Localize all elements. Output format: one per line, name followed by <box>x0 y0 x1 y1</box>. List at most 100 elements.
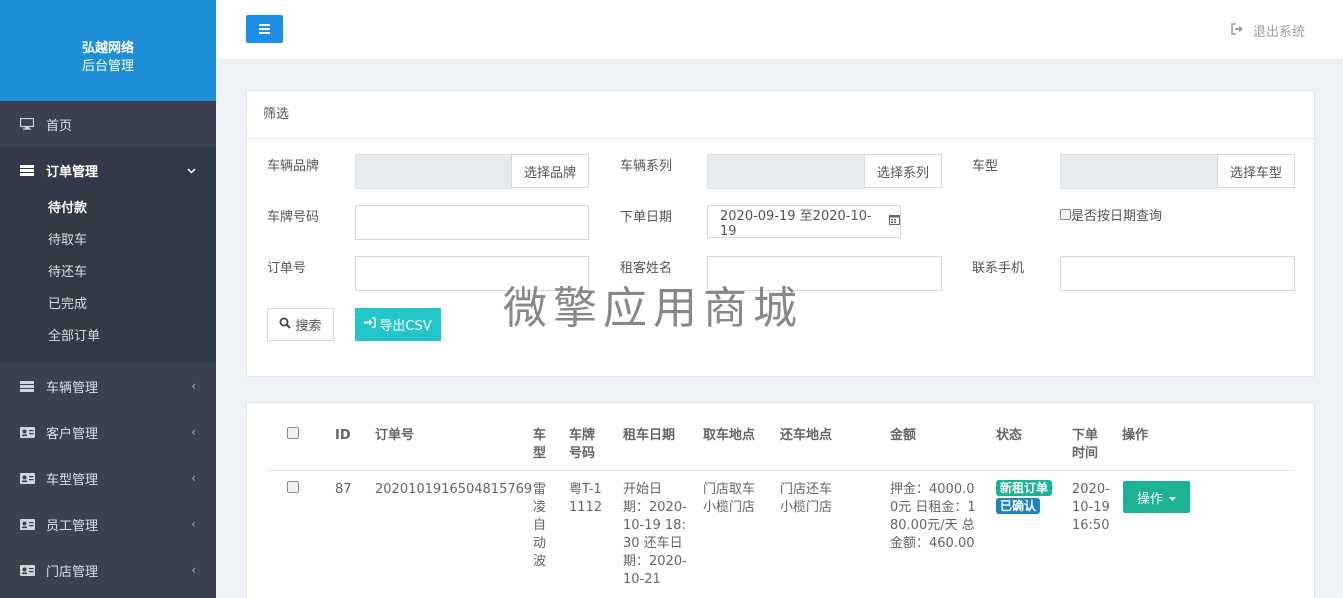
sidebar-item-label: 员工管理 <box>46 518 99 534</box>
sidebar-item-home[interactable]: 首页 <box>0 101 216 147</box>
id-card-icon <box>20 426 36 438</box>
status-badge-confirmed: 已确认 <box>996 498 1041 514</box>
id-card-icon <box>20 518 36 530</box>
sidebar-subitem-pending-return[interactable]: 待还车 <box>0 257 216 289</box>
sidebar-item-car-models[interactable]: 车型管理 ‹ <box>0 455 216 501</box>
brand-input[interactable] <box>355 154 512 189</box>
renter-input[interactable] <box>707 256 942 291</box>
by-date-label: 是否按日期查询 <box>1071 209 1163 224</box>
series-input[interactable] <box>707 154 865 189</box>
sidebar-item-label: 门店管理 <box>46 564 99 580</box>
sidebar-item-staff[interactable]: 员工管理 ‹ <box>0 501 216 547</box>
col-plate: 车牌号码 <box>569 428 596 461</box>
cell-order-time: 2020-10-19 16:50 <box>1072 482 1110 533</box>
select-all-checkbox[interactable] <box>287 427 299 439</box>
cell-rent-date: 开始日期：2020-10-19 18:30 还车日期：2020-10-21 <box>623 482 687 587</box>
list-icon <box>20 380 36 392</box>
menu-toggle-button[interactable] <box>246 15 283 43</box>
col-order-time: 下单时间 <box>1072 428 1099 461</box>
col-pickup: 取车地点 <box>703 428 756 443</box>
filter-panel: 筛选 车辆品牌 选择品牌 车辆系列 选择系列 车型 选择车型 车牌号码 下单日期… <box>246 90 1315 377</box>
choose-model-button[interactable]: 选择车型 <box>1217 154 1295 188</box>
sign-out-icon <box>1231 22 1245 39</box>
top-bar: 退出系统 <box>216 0 1343 60</box>
orders-table: ID 订单号 车型 车牌号码 租车日期 取车地点 还车地点 金额 状态 下单时间… <box>246 402 1315 598</box>
plate-label: 车牌号码 <box>267 210 320 225</box>
phone-label: 联系手机 <box>972 261 1025 276</box>
order-date-label: 下单日期 <box>620 210 673 225</box>
chevron-down-icon <box>187 163 196 177</box>
header-divider <box>267 470 1295 471</box>
choose-series-button[interactable]: 选择系列 <box>864 154 942 188</box>
chevron-left-icon: ‹ <box>191 471 196 485</box>
order-no-input[interactable] <box>355 256 589 291</box>
order-date-input[interactable]: 2020-09-19 至2020-10-19 <box>707 205 901 239</box>
id-card-icon <box>20 472 36 484</box>
search-button[interactable]: 搜索 <box>267 308 334 341</box>
sidebar-item-stores[interactable]: 门店管理 ‹ <box>0 547 216 593</box>
chevron-left-icon: ‹ <box>191 425 196 439</box>
plate-input[interactable] <box>355 205 589 240</box>
id-card-icon <box>20 564 36 576</box>
sidebar-item-vehicles[interactable]: 车辆管理 ‹ <box>0 363 216 409</box>
row-checkbox[interactable] <box>287 481 299 493</box>
monitor-icon <box>20 118 36 130</box>
search-label: 搜索 <box>295 319 322 334</box>
sidebar-subitem-all-orders[interactable]: 全部订单 <box>0 321 216 353</box>
col-return: 还车地点 <box>780 428 833 443</box>
cell-status: 新租订单 已确认 <box>996 480 1062 516</box>
col-order-no: 订单号 <box>375 428 415 443</box>
cell-return: 门店还车 小榄门店 <box>780 482 833 515</box>
calendar-icon <box>889 214 900 229</box>
list-icon <box>20 164 36 176</box>
filter-title: 筛选 <box>247 91 1314 139</box>
sidebar-item-label: 订单管理 <box>46 164 99 180</box>
sidebar-item-customers[interactable]: 客户管理 ‹ <box>0 409 216 455</box>
cell-id: 87 <box>335 482 352 497</box>
action-dropdown-button[interactable]: 操作 <box>1123 481 1190 513</box>
sign-in-icon <box>364 317 377 332</box>
brand-label: 车辆品牌 <box>267 159 320 174</box>
cell-pickup: 门店取车 小榄门店 <box>703 482 756 515</box>
chevron-left-icon: ‹ <box>191 563 196 577</box>
phone-input[interactable] <box>1060 256 1295 291</box>
logout-label: 退出系统 <box>1252 25 1305 40</box>
col-status: 状态 <box>996 428 1023 443</box>
sidebar-subitem-pending-payment[interactable]: 待付款 <box>0 193 216 225</box>
col-model: 车型 <box>533 428 547 461</box>
choose-brand-button[interactable]: 选择品牌 <box>511 154 589 188</box>
cell-model: 雷凌自动波 <box>533 482 547 569</box>
order-no-label: 订单号 <box>267 261 307 276</box>
export-label: 导出CSV <box>379 319 432 334</box>
sidebar-item-label: 客户管理 <box>46 426 99 442</box>
sidebar-item-orders[interactable]: 订单管理 <box>0 147 216 193</box>
col-action: 操作 <box>1122 428 1149 443</box>
logout-link[interactable]: 退出系统 <box>1231 21 1305 40</box>
col-rent-date: 租车日期 <box>623 428 676 443</box>
series-label: 车辆系列 <box>620 159 673 174</box>
col-amount: 金额 <box>890 428 917 443</box>
sidebar-item-label: 车型管理 <box>46 472 99 488</box>
renter-label: 租客姓名 <box>620 261 673 276</box>
caret-down-icon <box>1169 490 1176 505</box>
cell-plate: 粤T-11112 <box>569 482 603 515</box>
sidebar-subitem-pending-pickup[interactable]: 待取车 <box>0 225 216 257</box>
cell-amount: 押金：4000.00元 日租金：180.00元/天 总金额：460.00 <box>890 482 976 551</box>
cell-order-no: 2020101916504815769 <box>375 482 533 497</box>
model-input[interactable] <box>1060 154 1218 189</box>
by-date-checkbox[interactable] <box>1060 209 1071 220</box>
sidebar-item-label: 首页 <box>46 118 73 134</box>
hamburger-icon <box>259 24 270 26</box>
brand: 弘越网络 后台管理 <box>0 0 216 101</box>
col-id: ID <box>335 428 351 443</box>
by-date-option: 是否按日期查询 <box>1060 205 1162 224</box>
export-csv-button[interactable]: 导出CSV <box>355 308 441 341</box>
sidebar: 弘越网络 后台管理 首页 订单管理 待付款 待取车 待还车 已完成 全部订单 车… <box>0 0 216 598</box>
status-badge-new: 新租订单 <box>996 480 1053 496</box>
order-submenu: 待付款 待取车 待还车 已完成 全部订单 <box>0 193 216 363</box>
chevron-left-icon: ‹ <box>191 517 196 531</box>
brand-name: 弘越网络 <box>81 41 134 56</box>
action-label: 操作 <box>1136 491 1163 507</box>
chevron-left-icon: ‹ <box>191 379 196 393</box>
sidebar-subitem-completed[interactable]: 已完成 <box>0 289 216 321</box>
